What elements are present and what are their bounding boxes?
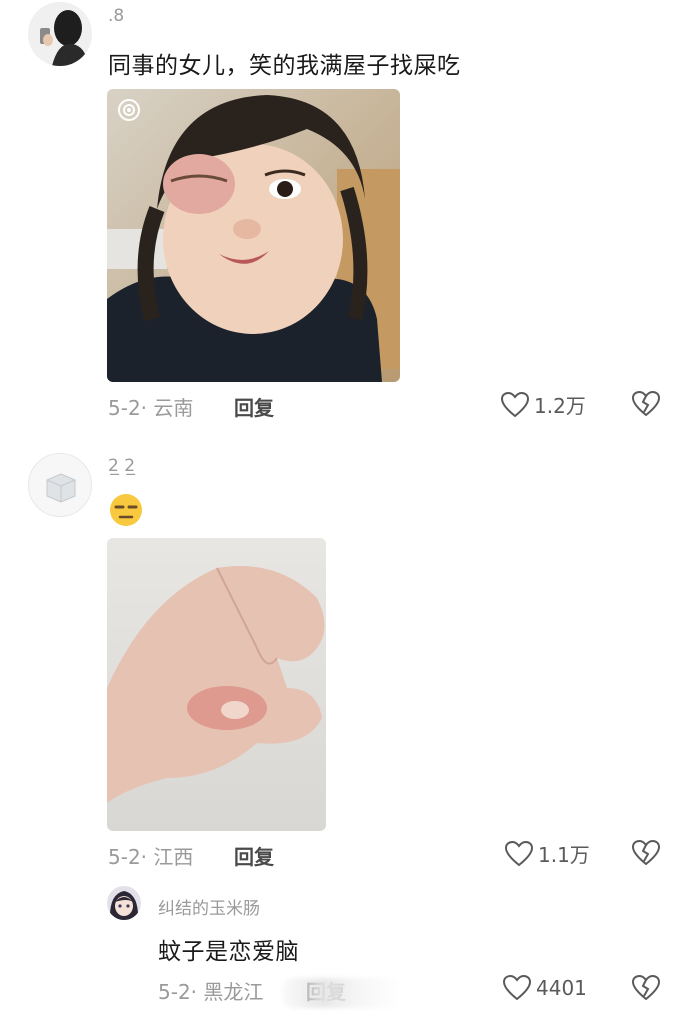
comment-item: 2̲ 2̲ 5-2· 江西 回复 1.1万 <box>0 440 690 870</box>
heart-icon <box>500 391 530 417</box>
user-avatar[interactable] <box>28 453 92 517</box>
comment-emoji <box>108 492 144 534</box>
dislike-button[interactable] <box>631 974 661 1006</box>
ice-cube-icon <box>29 454 91 516</box>
comment-photo[interactable] <box>107 538 326 831</box>
heart-icon <box>504 840 534 866</box>
broken-heart-icon <box>631 839 661 866</box>
heart-icon <box>502 974 532 1001</box>
date-location: 5-2· 江西 <box>108 845 194 869</box>
reply-button[interactable]: 回复 <box>234 392 274 421</box>
dislike-button[interactable] <box>631 839 661 871</box>
like-button[interactable]: 1.1万 <box>504 839 590 868</box>
user-avatar[interactable] <box>28 2 92 66</box>
username[interactable]: 2̲ 2̲ <box>108 456 135 476</box>
username[interactable]: 纠结的玉米肠 <box>158 894 260 919</box>
like-count: 1.2万 <box>534 394 586 418</box>
like-count: 1.1万 <box>538 843 590 867</box>
dislike-button[interactable] <box>631 390 661 422</box>
date-location: 5-2· 云南 <box>108 396 194 420</box>
reply-item: 纠结的玉米肠 蚊子是恋爱脑 5-2· 黑龙江 回复 4401 <box>0 870 690 1013</box>
like-count: 4401 <box>536 976 587 1000</box>
date-location: 5-2· 黑龙江 <box>158 980 264 1004</box>
username[interactable]: .8 <box>108 6 124 26</box>
user-avatar[interactable] <box>107 886 141 920</box>
like-button[interactable]: 1.2万 <box>500 390 586 419</box>
broken-heart-icon <box>631 390 661 417</box>
reply-button[interactable]: 回复 <box>234 841 274 870</box>
expressionless-face-icon <box>110 494 142 526</box>
comment-text: 蚊子是恋爱脑 <box>158 939 299 965</box>
watermark-blur <box>282 978 402 1008</box>
comment-photo[interactable] <box>107 89 400 382</box>
comment-text: 同事的女儿，笑的我满屋子找屎吃 <box>108 53 461 79</box>
broken-heart-icon <box>631 974 661 1001</box>
like-button[interactable]: 4401 <box>502 974 587 1002</box>
comment-item: .8 同事的女儿，笑的我满屋子找屎吃 5-2· 云南 回复 1.2万 <box>0 0 690 440</box>
